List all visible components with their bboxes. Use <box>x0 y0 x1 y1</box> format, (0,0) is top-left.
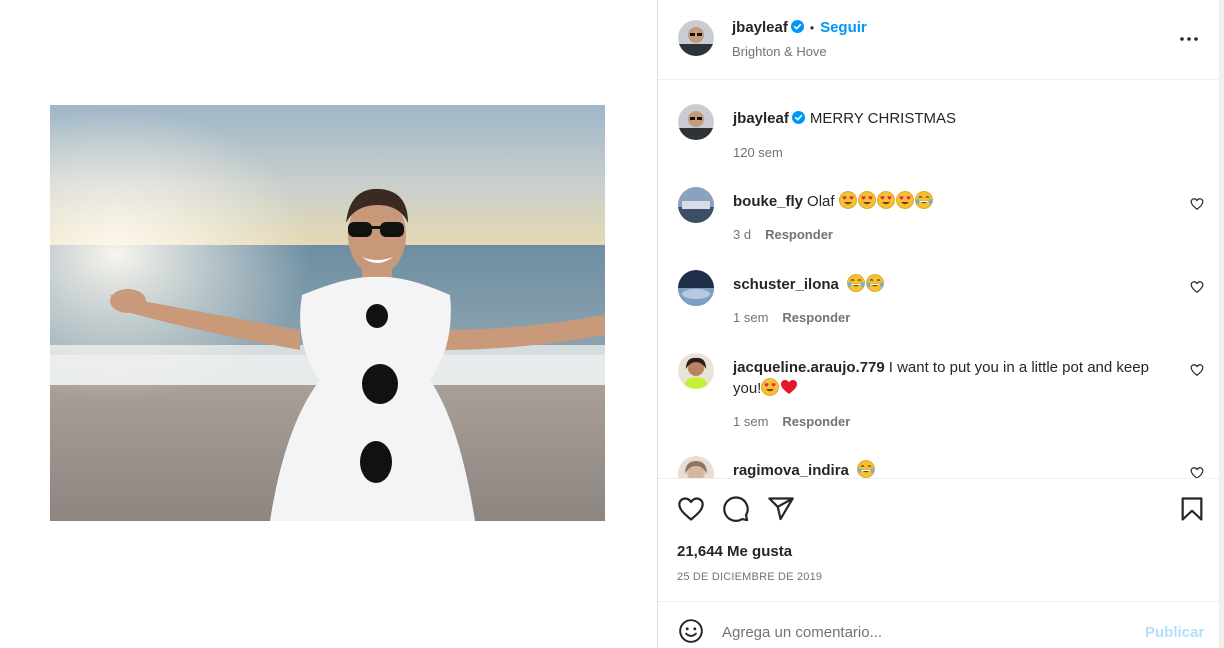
red-heart-emoji-icon <box>781 380 798 394</box>
commenter-avatar[interactable] <box>678 270 714 306</box>
tears-of-joy-emoji-icon <box>857 460 875 478</box>
comment-username[interactable]: bouke_fly <box>733 193 803 210</box>
comment-like-heart-icon[interactable] <box>1190 280 1204 294</box>
heart-eyes-emoji-icon <box>838 191 857 209</box>
follow-button[interactable]: Seguir <box>820 19 867 36</box>
comment-text-line: bouke_fly Olaf <box>733 191 1173 212</box>
reply-button[interactable]: Responder <box>765 227 833 242</box>
comment-composer: Publicar <box>658 601 1220 648</box>
separator-dot: • <box>809 21 815 35</box>
heart-eyes-emoji-icon <box>761 378 780 396</box>
verified-badge-icon <box>791 109 805 124</box>
author-avatar[interactable] <box>678 104 714 140</box>
tears-of-joy-emoji-icon <box>914 191 933 209</box>
comment-like-heart-icon[interactable] <box>1190 466 1204 478</box>
reply-button[interactable]: Responder <box>782 414 850 429</box>
caption-text-line: jbayleaf MERRY CHRISTMAS <box>733 108 1173 129</box>
post-date[interactable]: 25 DE DICIEMBRE DE 2019 <box>677 571 822 583</box>
heart-icon[interactable] <box>677 495 705 523</box>
comment-input[interactable] <box>722 616 1122 648</box>
comment-username[interactable]: ragimova_indira <box>733 462 849 478</box>
smiley-icon[interactable] <box>678 618 704 644</box>
tears-of-joy-emoji-icon <box>866 274 884 292</box>
post-photo[interactable] <box>50 105 605 521</box>
comment-emojis <box>847 274 885 293</box>
caption-time[interactable]: 120 sem <box>733 145 783 160</box>
author-avatar[interactable] <box>678 20 714 56</box>
caption-text: MERRY CHRISTMAS <box>809 110 957 127</box>
comment-time[interactable]: 1 sem <box>733 414 768 429</box>
comment-like-heart-icon[interactable] <box>1190 197 1204 211</box>
comment-text: Olaf <box>807 193 835 210</box>
comment-emojis <box>857 460 876 478</box>
comment-text-line: schuster_ilona <box>733 274 1173 295</box>
reply-button[interactable]: Responder <box>782 310 850 325</box>
author-username[interactable]: jbayleaf <box>732 19 788 36</box>
caption-username[interactable]: jbayleaf <box>733 110 789 127</box>
page-scrollbar[interactable] <box>1219 0 1224 648</box>
comments-list[interactable]: jbayleaf MERRY CHRISTMAS 120 sem bouke_fl… <box>658 80 1220 478</box>
heart-eyes-emoji-icon <box>876 191 895 209</box>
verified-badge-icon <box>790 20 804 33</box>
heart-eyes-emoji-icon <box>895 191 914 209</box>
comment-username[interactable]: jacqueline.araujo.779 <box>733 359 885 376</box>
commenter-avatar[interactable] <box>678 353 714 389</box>
post-location[interactable]: Brighton & Hove <box>732 44 827 59</box>
comment-text-line: jacqueline.araujo.779 I want to put you i… <box>733 357 1173 399</box>
comment-emojis <box>761 378 799 397</box>
comment-meta: 3 d Responder <box>733 227 833 242</box>
post-actions: 21,644 Me gusta 25 DE DICIEMBRE DE 2019 <box>658 478 1220 601</box>
caption-meta: 120 sem <box>733 145 783 160</box>
media-pane <box>0 0 657 648</box>
commenter-avatar[interactable] <box>678 187 714 223</box>
post-header: jbayleaf • Seguir Brighton & Hove <box>658 0 1220 80</box>
bookmark-icon[interactable] <box>1178 495 1206 523</box>
comment-bubble-icon[interactable] <box>722 495 750 523</box>
comment-like-heart-icon[interactable] <box>1190 363 1204 377</box>
post-sidebar: jbayleaf • Seguir Brighton & Hove jbayle… <box>657 0 1220 648</box>
heart-eyes-emoji-icon <box>857 191 876 209</box>
comment-meta: 1 sem Responder <box>733 310 850 325</box>
comment-time[interactable]: 3 d <box>733 227 751 242</box>
paper-plane-icon[interactable] <box>767 495 795 523</box>
publish-button[interactable]: Publicar <box>1145 624 1204 641</box>
comment-username[interactable]: schuster_ilona <box>733 276 839 293</box>
header-title-line: jbayleaf • Seguir <box>732 19 867 36</box>
comment-time[interactable]: 1 sem <box>733 310 768 325</box>
comment-text-line: ragimova_indira <box>733 460 1173 478</box>
likes-count[interactable]: 21,644 Me gusta <box>677 543 792 560</box>
more-options-icon[interactable] <box>1178 28 1200 50</box>
instagram-post-view: jbayleaf • Seguir Brighton & Hove jbayle… <box>0 0 1224 648</box>
comment-meta: 1 sem Responder <box>733 414 850 429</box>
commenter-avatar[interactable] <box>678 456 714 478</box>
tears-of-joy-emoji-icon <box>847 274 865 292</box>
comment-emojis <box>838 191 934 210</box>
